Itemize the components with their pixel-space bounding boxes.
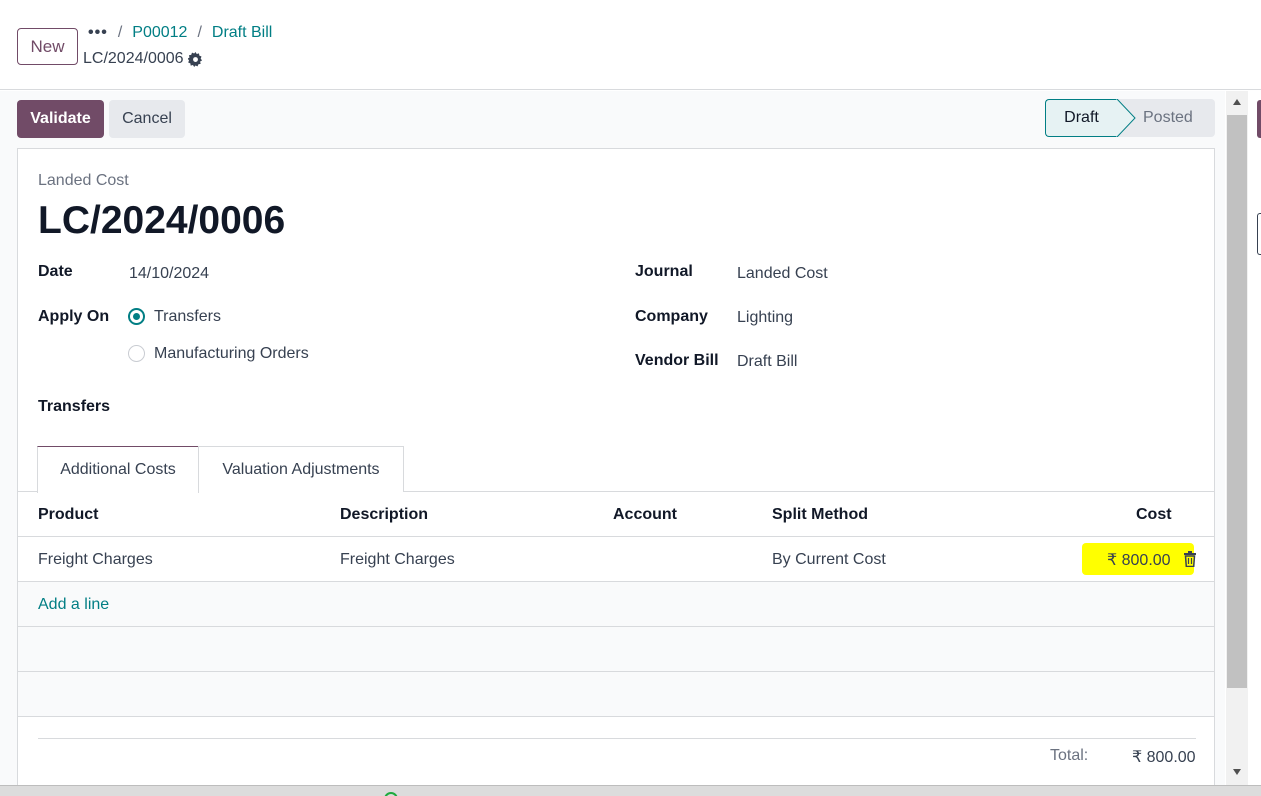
breadcrumb-item-purchase-order[interactable]: P00012 <box>132 24 187 42</box>
vendor-bill-field[interactable]: Draft Bill <box>737 353 797 371</box>
date-label: Date <box>38 263 73 280</box>
scrollbar-thumb[interactable] <box>1227 115 1247 688</box>
radio-manufacturing-orders-label[interactable]: Manufacturing Orders <box>154 345 309 363</box>
empty-row <box>18 627 1214 672</box>
radio-manufacturing-orders[interactable] <box>128 345 145 362</box>
status-bar: Posted Draft <box>1045 99 1215 137</box>
vendor-bill-label: Vendor Bill <box>635 352 719 369</box>
cell-description[interactable]: Freight Charges <box>340 537 455 582</box>
total-value: ₹ 800.00 <box>1132 749 1196 766</box>
apply-on-label: Apply On <box>38 308 110 325</box>
table-row[interactable]: Freight Charges Freight Charges By Curre… <box>18 537 1214 582</box>
empty-row <box>18 672 1214 717</box>
scroll-down-arrow-icon[interactable] <box>1232 767 1242 777</box>
gear-icon[interactable] <box>187 51 203 67</box>
table-header: Product Description Account Split Method… <box>18 492 1214 537</box>
total-label: Total: <box>1050 747 1089 764</box>
cell-split-method[interactable]: By Current Cost <box>772 537 886 582</box>
taskbar-app-icon[interactable] <box>384 792 398 796</box>
cancel-button[interactable]: Cancel <box>109 100 185 138</box>
breadcrumb-separator: / <box>117 24 123 41</box>
add-a-line-link[interactable]: Add a line <box>38 582 109 627</box>
os-taskbar <box>0 785 1261 796</box>
control-panel: New ••• / P00012 / Draft Bill LC/2024/00… <box>0 0 1261 90</box>
column-header-split-method[interactable]: Split Method <box>772 492 868 537</box>
costs-table: Product Description Account Split Method… <box>18 492 1214 717</box>
trash-icon[interactable] <box>1183 551 1197 567</box>
breadcrumb-more-button[interactable]: ••• <box>88 24 108 42</box>
transfers-label: Transfers <box>38 398 111 415</box>
cell-cost[interactable]: ₹ 800.00 <box>1107 537 1171 582</box>
record-name: LC/2024/0006 <box>83 50 184 67</box>
side-panel-widget[interactable] <box>1257 213 1261 255</box>
form-subtitle: Landed Cost <box>38 172 129 189</box>
new-button[interactable]: New <box>17 28 78 65</box>
radio-transfers-label[interactable]: Transfers <box>154 308 221 326</box>
tab-additional-costs[interactable]: Additional Costs <box>37 446 199 493</box>
breadcrumb-separator: / <box>197 24 202 41</box>
company-label: Company <box>635 308 708 325</box>
column-header-cost[interactable]: Cost <box>1136 492 1172 537</box>
scroll-up-arrow-icon[interactable] <box>1232 97 1242 107</box>
date-field[interactable]: 14/10/2024 <box>129 265 209 283</box>
journal-field[interactable]: Landed Cost <box>737 265 828 283</box>
notebook-tabs: Additional Costs Valuation Adjustments <box>18 446 1214 493</box>
side-panel-edge <box>1249 91 1261 785</box>
page-title: LC/2024/0006 <box>38 199 286 242</box>
column-header-account[interactable]: Account <box>613 492 677 537</box>
column-header-product[interactable]: Product <box>38 492 98 537</box>
form-sheet: Landed Cost LC/2024/0006 Date 14/10/2024… <box>17 148 1215 785</box>
radio-transfers[interactable] <box>128 308 145 325</box>
total-divider <box>38 738 1196 739</box>
add-line-row: Add a line <box>18 582 1214 627</box>
validate-button[interactable]: Validate <box>17 100 104 138</box>
breadcrumb: ••• / P00012 / Draft Bill <box>88 24 272 42</box>
side-panel-button[interactable] <box>1257 100 1261 138</box>
status-arrow-shape <box>1116 99 1136 137</box>
breadcrumb-item-draft-bill[interactable]: Draft Bill <box>212 24 272 42</box>
company-field[interactable]: Lighting <box>737 309 793 327</box>
cell-product[interactable]: Freight Charges <box>38 537 153 582</box>
form-view: Validate Cancel Posted Draft Landed Cost… <box>0 91 1225 785</box>
vertical-scrollbar[interactable] <box>1226 91 1248 785</box>
current-record: LC/2024/0006 <box>83 50 203 68</box>
journal-label: Journal <box>635 263 693 280</box>
column-header-description[interactable]: Description <box>340 492 428 537</box>
tab-valuation-adjustments[interactable]: Valuation Adjustments <box>198 446 404 492</box>
status-draft[interactable]: Draft <box>1045 99 1117 137</box>
